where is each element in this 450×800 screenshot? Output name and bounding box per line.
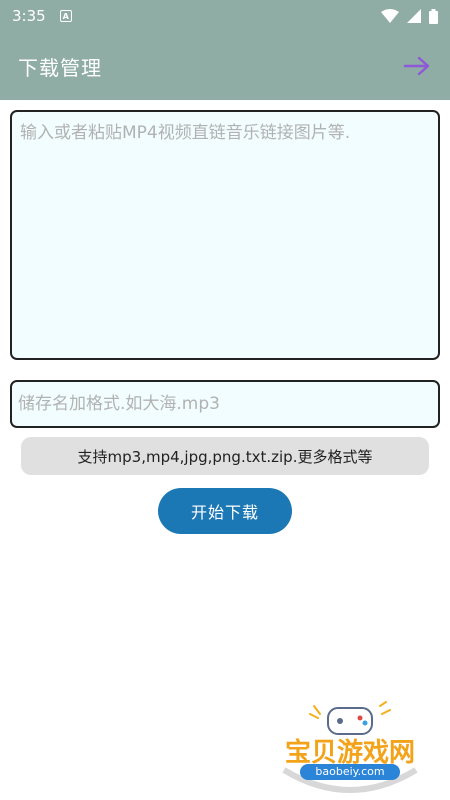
signal-icon [407,9,421,23]
supported-formats-label: 支持mp3,mp4,jpg,png.txt.zip.更多格式等 [21,437,429,475]
supported-formats-text: 支持mp3,mp4,jpg,png.txt.zip.更多格式等 [77,447,373,466]
status-time: 3:35 [12,7,46,25]
wifi-icon [381,9,399,23]
arrow-right-icon [403,56,430,76]
filename-input[interactable] [10,380,440,428]
start-download-button[interactable]: 开始下载 [158,488,292,534]
watermark-url: baobeiy.com [300,764,400,780]
status-bar: 3:35 A [0,0,450,32]
battery-icon [429,8,438,24]
notification-a-icon: A [59,10,72,22]
page-title: 下载管理 [18,55,102,80]
url-input[interactable] [10,110,440,360]
status-icons [381,8,438,24]
app-bar: 下载管理 [0,32,450,100]
forward-button[interactable] [402,52,432,80]
watermark: 宝贝游戏网 baobeiy.com [270,700,430,796]
